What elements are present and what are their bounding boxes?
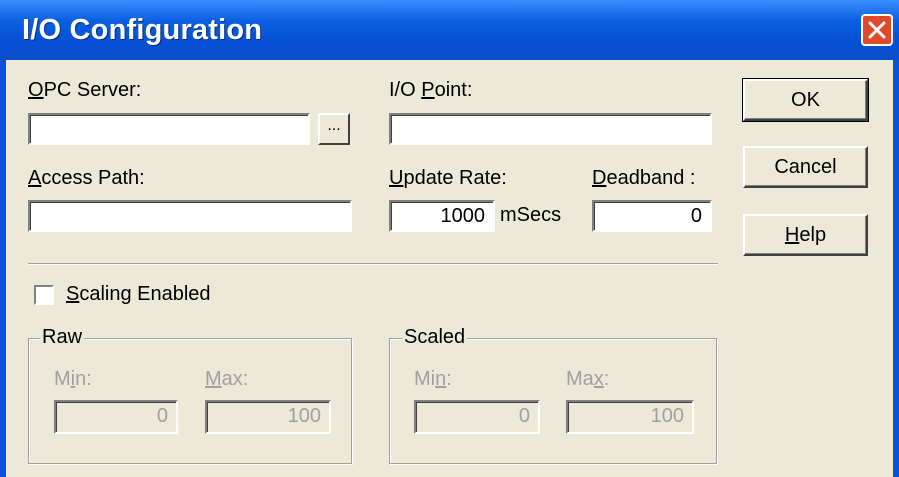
dialog-body: OPC Server: ... I/O Point: Access Path: … [0,60,899,477]
title-bar[interactable]: I/O Configuration [0,0,899,60]
browse-opc-server-button[interactable]: ... [318,113,350,145]
deadband-input[interactable]: 0 [592,200,712,232]
close-icon [868,21,886,39]
access-path-label: Access Path: [28,167,145,189]
scaled-group-title: Scaled [402,326,468,349]
raw-min-input[interactable]: 0 [54,400,178,434]
io-point-label: I/O Point: [389,79,473,101]
close-button[interactable] [861,14,893,46]
scaled-min-label: Min: [414,368,452,390]
scaling-enabled-checkbox[interactable] [34,285,54,305]
ok-button[interactable]: OK [742,78,869,122]
raw-max-input[interactable]: 100 [205,400,331,434]
access-path-input[interactable] [28,200,352,232]
scaling-enabled-label[interactable]: Scaling Enabled [66,283,211,306]
cancel-button[interactable]: Cancel [743,146,868,188]
raw-group-title: Raw [40,326,85,349]
scaled-max-label: Max: [566,368,610,390]
io-configuration-dialog: I/O Configuration OPC Server: ... I/O Po… [0,0,899,477]
deadband-label: Deadband : [592,167,696,189]
raw-max-label: Max: [205,368,249,390]
window-title: I/O Configuration [22,14,263,46]
opc-server-label: OPC Server: [28,79,142,101]
scaled-min-input[interactable]: 0 [414,400,540,434]
update-rate-input[interactable]: 1000 [389,200,495,232]
update-rate-label: Update Rate: [389,167,507,189]
update-rate-unit: mSecs [500,204,562,226]
scaled-max-input[interactable]: 100 [566,400,694,434]
separator [28,263,718,265]
raw-min-label: Min: [54,368,92,390]
opc-server-input[interactable] [28,113,310,145]
io-point-input[interactable] [389,113,712,145]
help-button[interactable]: Help [743,214,868,256]
